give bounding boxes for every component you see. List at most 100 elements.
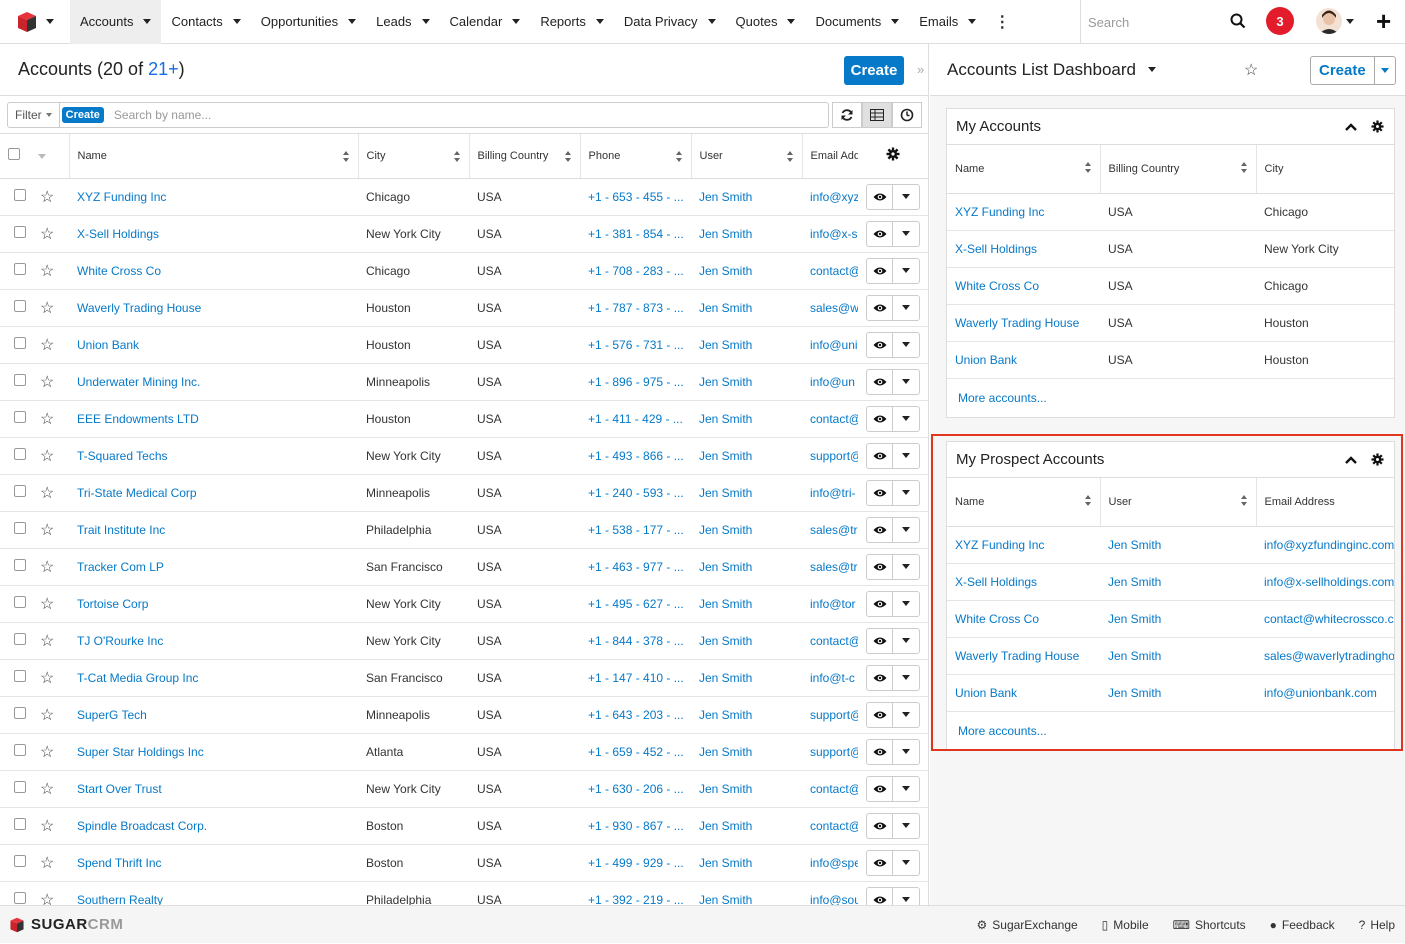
preview-eye-icon[interactable] [866,738,893,765]
user-link[interactable]: Jen Smith [699,893,752,906]
phone-link[interactable]: +1 - 896 - 975 - ... [588,375,684,389]
email-link[interactable]: support@ [810,745,858,759]
column-header-user[interactable]: User [691,134,803,179]
tab-emails[interactable]: Emails [909,0,986,44]
select-all-checkbox[interactable] [8,148,20,161]
chevron-down-icon[interactable] [787,19,796,24]
user-link[interactable]: Jen Smith [699,671,752,685]
phone-link[interactable]: +1 - 493 - 866 - ... [588,449,684,463]
row-checkbox[interactable] [14,818,26,830]
row-checkbox[interactable] [14,263,26,275]
row-actions-dropdown[interactable] [893,738,920,765]
tab-accounts[interactable]: Accounts [70,0,162,44]
column-header-city[interactable]: City [1256,145,1394,194]
row-checkbox[interactable] [14,855,26,867]
phone-link[interactable]: +1 - 495 - 627 - ... [588,597,684,611]
chevron-down-icon[interactable] [968,19,977,24]
chevron-down-icon[interactable] [595,19,604,24]
email-link[interactable]: support@ [810,449,858,463]
row-checkbox[interactable] [14,559,26,571]
phone-link[interactable]: +1 - 499 - 929 - ... [588,856,684,870]
user-link[interactable]: Jen Smith [699,449,752,463]
email-link[interactable]: support@ [810,708,858,722]
account-name-link[interactable]: EEE Endowments LTD [77,412,199,426]
chevron-down-icon[interactable] [143,19,152,24]
account-name-link[interactable]: X-Sell Holdings [77,227,159,241]
user-link[interactable]: Jen Smith [699,412,752,426]
preview-eye-icon[interactable] [866,849,893,876]
favorite-star-icon[interactable]: ☆ [40,300,54,317]
email-link[interactable]: info@unionbank.com [810,338,858,352]
phone-link[interactable]: +1 - 708 - 283 - ... [588,264,684,278]
favorite-star-icon[interactable]: ☆ [40,744,54,761]
row-checkbox[interactable] [14,633,26,645]
preview-eye-icon[interactable] [866,257,893,284]
email-link[interactable]: info@un [810,375,855,389]
preview-eye-icon[interactable] [866,294,893,321]
email-link[interactable]: info@tor [810,597,856,611]
tab-calendar[interactable]: Calendar [440,0,531,44]
preview-eye-icon[interactable] [866,479,893,506]
more-accounts-link[interactable]: More accounts... [958,391,1047,405]
user-link[interactable]: Jen Smith [699,560,752,574]
row-checkbox[interactable] [14,892,26,904]
list-view-icon[interactable] [862,102,892,128]
row-actions-dropdown[interactable] [893,553,920,580]
row-checkbox[interactable] [14,485,26,497]
global-search-input[interactable]: Search [1080,0,1260,44]
favorite-star-icon[interactable]: ☆ [40,522,54,539]
user-link[interactable]: Jen Smith [699,634,752,648]
favorite-star-icon[interactable]: ☆ [40,485,54,502]
row-checkbox[interactable] [14,744,26,756]
user-link[interactable]: Jen Smith [699,597,752,611]
favorite-star-icon[interactable]: ☆ [40,559,54,576]
email-link[interactable]: contact@ [810,819,858,833]
tab-leads[interactable]: Leads [366,0,439,44]
preview-eye-icon[interactable] [866,664,893,691]
account-name-link[interactable]: Waverly Trading House [77,301,201,315]
column-header-email[interactable]: Email Address [802,134,858,179]
home-menu-button[interactable] [0,0,70,44]
mobile-link[interactable]: ▯ Mobile [1102,918,1149,932]
account-name-link[interactable]: SuperG Tech [77,708,147,722]
gear-icon[interactable] [1371,120,1384,133]
filter-dropdown[interactable]: Filter [8,102,60,127]
favorite-star-icon[interactable]: ☆ [40,781,54,798]
favorite-star-icon[interactable]: ☆ [40,411,54,428]
row-actions-dropdown[interactable] [893,664,920,691]
favorite-star-icon[interactable]: ☆ [40,596,54,613]
account-name-link[interactable]: Super Star Holdings Inc [77,745,204,759]
row-actions-dropdown[interactable] [893,479,920,506]
account-name-link[interactable]: Southern Realty [77,893,163,906]
favorite-star-icon[interactable]: ☆ [1244,60,1258,80]
favorite-star-icon[interactable]: ☆ [40,374,54,391]
column-header-city[interactable]: City [358,134,470,179]
preview-eye-icon[interactable] [866,627,893,654]
sugarexchange-link[interactable]: ⚙ SugarExchange [977,918,1078,932]
activity-stream-icon[interactable] [892,102,922,128]
row-actions-dropdown[interactable] [893,775,920,802]
row-actions-dropdown[interactable] [893,516,920,543]
account-name-link[interactable]: Waverly Trading House [955,316,1079,330]
column-header-phone[interactable]: Phone [580,134,692,179]
dashboard-title[interactable]: Accounts List Dashboard [947,60,1156,80]
user-link[interactable]: Jen Smith [699,227,752,241]
preview-eye-icon[interactable] [866,331,893,358]
email-link[interactable]: info@xyzfundinginc.com [810,190,858,204]
user-link[interactable]: Jen Smith [699,782,752,796]
row-checkbox[interactable] [14,781,26,793]
email-link[interactable]: info@t-c [810,671,855,685]
row-checkbox[interactable] [14,707,26,719]
user-link[interactable]: Jen Smith [699,486,752,500]
account-name-link[interactable]: T-Cat Media Group Inc [77,671,198,685]
row-checkbox[interactable] [14,596,26,608]
account-name-link[interactable]: Spend Thrift Inc [77,856,162,870]
preview-eye-icon[interactable] [866,590,893,617]
preview-eye-icon[interactable] [866,183,893,210]
favorite-star-icon[interactable]: ☆ [40,855,54,872]
chevron-down-icon[interactable] [38,153,46,159]
row-actions-dropdown[interactable] [893,812,920,839]
feedback-link[interactable]: ● Feedback [1270,918,1335,932]
preview-eye-icon[interactable] [866,812,893,839]
row-actions-dropdown[interactable] [893,405,920,432]
